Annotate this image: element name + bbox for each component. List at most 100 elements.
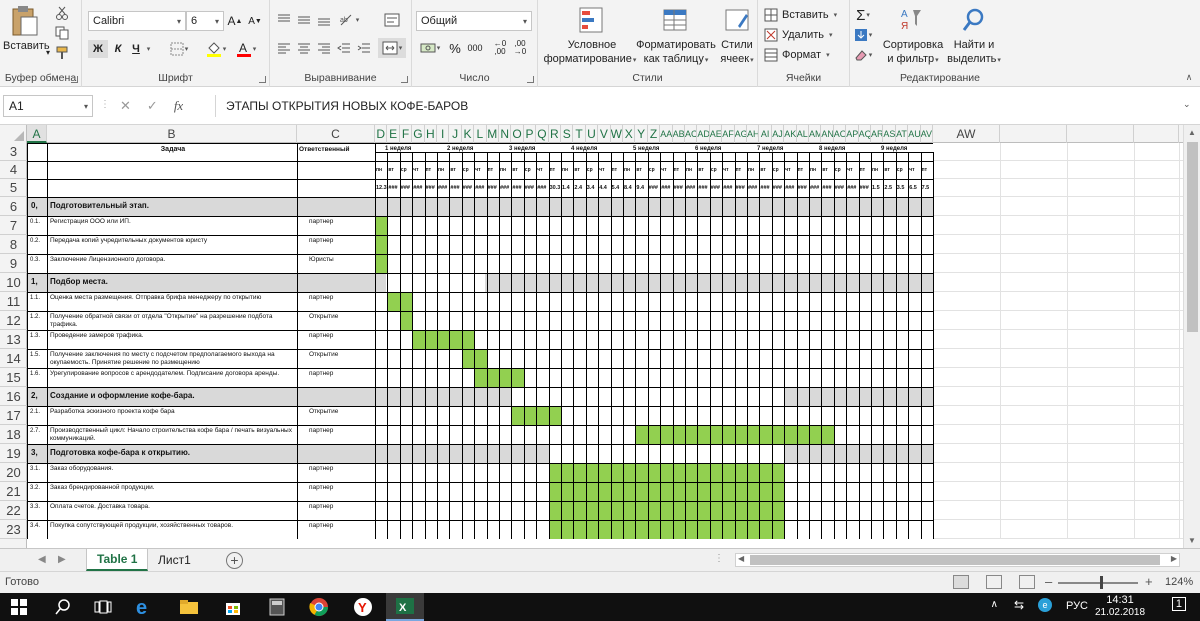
- column-header-w[interactable]: W: [611, 125, 623, 143]
- paste-caret[interactable]: ▾: [46, 48, 50, 57]
- grow-font-button[interactable]: A ▲: [226, 12, 244, 30]
- column-header-f[interactable]: F: [400, 125, 413, 143]
- merge-center-icon[interactable]: ▾: [378, 38, 406, 58]
- underline-caret[interactable]: ▾: [144, 40, 152, 58]
- tab-table-1[interactable]: Table 1: [86, 549, 149, 571]
- cut-icon[interactable]: [52, 4, 72, 22]
- scroll-left-icon[interactable]: ◀: [738, 554, 744, 563]
- percent-button[interactable]: %: [446, 38, 464, 58]
- edge-icon[interactable]: e: [126, 593, 164, 621]
- autosum-button[interactable]: Σ ▾: [850, 6, 876, 24]
- start-icon[interactable]: [0, 593, 38, 621]
- vertical-scrollbar[interactable]: ▲ ▼: [1183, 125, 1200, 548]
- column-header-c[interactable]: C: [297, 125, 375, 143]
- column-header-am[interactable]: AM: [809, 125, 822, 143]
- column-header-ac[interactable]: AC: [685, 125, 698, 143]
- row-header-12[interactable]: 12: [0, 311, 27, 330]
- column-header-al[interactable]: AL: [797, 125, 809, 143]
- column-header-v[interactable]: V: [598, 125, 611, 143]
- column-header-i[interactable]: I: [437, 125, 450, 143]
- row-header-20[interactable]: 20: [0, 463, 27, 482]
- font-size-select[interactable]: 6 ▾: [186, 11, 224, 31]
- column-header-x[interactable]: X: [623, 125, 636, 143]
- column-header-j[interactable]: J: [449, 125, 462, 143]
- align-left-icon[interactable]: [274, 38, 294, 58]
- format-painter-icon[interactable]: [52, 44, 72, 62]
- currency-icon[interactable]: ▾: [416, 38, 444, 58]
- task-view-icon[interactable]: [84, 593, 122, 621]
- insert-function-button[interactable]: fx: [174, 98, 183, 114]
- column-header-g[interactable]: G: [412, 125, 425, 143]
- row-header-9[interactable]: 9: [0, 254, 27, 273]
- zoom-slider[interactable]: [1058, 582, 1138, 584]
- shrink-font-button[interactable]: A ▼: [246, 12, 264, 30]
- tabs-splitter[interactable]: ⋮: [714, 553, 724, 564]
- normal-view-icon[interactable]: [953, 575, 969, 589]
- page-layout-view-icon[interactable]: [986, 575, 1002, 589]
- column-header-as[interactable]: AS: [883, 125, 896, 143]
- decrease-indent-icon[interactable]: [334, 38, 354, 58]
- column-header-s[interactable]: S: [561, 125, 574, 143]
- column-header-o[interactable]: O: [511, 125, 524, 143]
- format-cells-button[interactable]: Формат ▾: [764, 46, 848, 64]
- row-header-23[interactable]: 23: [0, 520, 27, 539]
- font-color-icon[interactable]: A ▾: [234, 40, 258, 58]
- column-header-e[interactable]: E: [387, 125, 400, 143]
- name-box[interactable]: A1 ▾: [3, 95, 93, 117]
- find-select-icon[interactable]: [960, 4, 986, 36]
- format-as-table-icon[interactable]: [660, 4, 690, 36]
- search-icon[interactable]: [44, 593, 82, 621]
- align-top-icon[interactable]: [274, 10, 294, 30]
- cell-styles-icon[interactable]: [722, 4, 752, 36]
- column-header-a[interactable]: A: [27, 125, 47, 143]
- number-format-select[interactable]: Общий ▾: [416, 11, 532, 31]
- calculator-icon[interactable]: [258, 593, 296, 621]
- row-header-7[interactable]: 7: [0, 216, 27, 235]
- expand-formula-bar-icon[interactable]: ⌄: [1183, 99, 1191, 110]
- row-header-13[interactable]: 13: [0, 330, 27, 349]
- column-header-aj[interactable]: AJ: [772, 125, 785, 143]
- column-header-m[interactable]: M: [487, 125, 499, 143]
- fill-color-icon[interactable]: ▾: [204, 40, 228, 58]
- column-header-r[interactable]: R: [549, 125, 561, 143]
- enter-icon[interactable]: ✓: [147, 98, 158, 114]
- number-launcher[interactable]: [527, 76, 534, 83]
- row-header-3[interactable]: 3: [0, 143, 27, 161]
- column-header-ar[interactable]: AR: [871, 125, 884, 143]
- column-header-af[interactable]: AF: [722, 125, 735, 143]
- row-header-22[interactable]: 22: [0, 501, 27, 520]
- column-header-an[interactable]: AN: [821, 125, 834, 143]
- font-launcher[interactable]: [259, 76, 266, 83]
- column-header-[interactable]: [1000, 125, 1067, 143]
- formula-input[interactable]: ЭТАПЫ ОТКРЫТИЯ НОВЫХ КОФЕ-БАРОВ: [215, 95, 1175, 117]
- column-header-k[interactable]: K: [462, 125, 475, 143]
- align-bottom-icon[interactable]: [314, 10, 334, 30]
- row-header-5[interactable]: 5: [0, 179, 27, 197]
- column-header-av[interactable]: AV: [921, 125, 933, 143]
- column-header-[interactable]: [1067, 125, 1134, 143]
- underline-button[interactable]: Ч: [128, 40, 144, 58]
- column-header-d[interactable]: D: [375, 125, 388, 143]
- zoom-in-button[interactable]: +: [1145, 574, 1153, 589]
- row-header-17[interactable]: 17: [0, 406, 27, 425]
- file-explorer-icon[interactable]: [170, 593, 208, 621]
- prev-sheet-icon[interactable]: ◀: [38, 554, 46, 565]
- column-header-q[interactable]: Q: [536, 125, 549, 143]
- column-header-p[interactable]: P: [524, 125, 537, 143]
- column-header-at[interactable]: AT: [896, 125, 909, 143]
- column-header-ab[interactable]: AB: [673, 125, 685, 143]
- column-header-ad[interactable]: AD: [697, 125, 710, 143]
- select-all-corner[interactable]: [0, 125, 27, 143]
- tab-list1[interactable]: Лист1: [148, 549, 201, 571]
- next-sheet-icon[interactable]: ▶: [58, 554, 66, 565]
- orientation-icon[interactable]: ab ▾: [336, 10, 362, 30]
- vertical-scroll-thumb[interactable]: [1187, 142, 1198, 332]
- delete-cells-button[interactable]: Удалить ▾: [764, 26, 848, 44]
- row-header-10[interactable]: 10: [0, 273, 27, 292]
- clock-time[interactable]: 14:31: [1092, 594, 1148, 606]
- row-header-21[interactable]: 21: [0, 482, 27, 501]
- collapse-ribbon-icon[interactable]: ∧: [1182, 70, 1196, 84]
- column-header-z[interactable]: Z: [648, 125, 661, 143]
- borders-icon[interactable]: ▾: [168, 40, 190, 58]
- increase-indent-icon[interactable]: [354, 38, 374, 58]
